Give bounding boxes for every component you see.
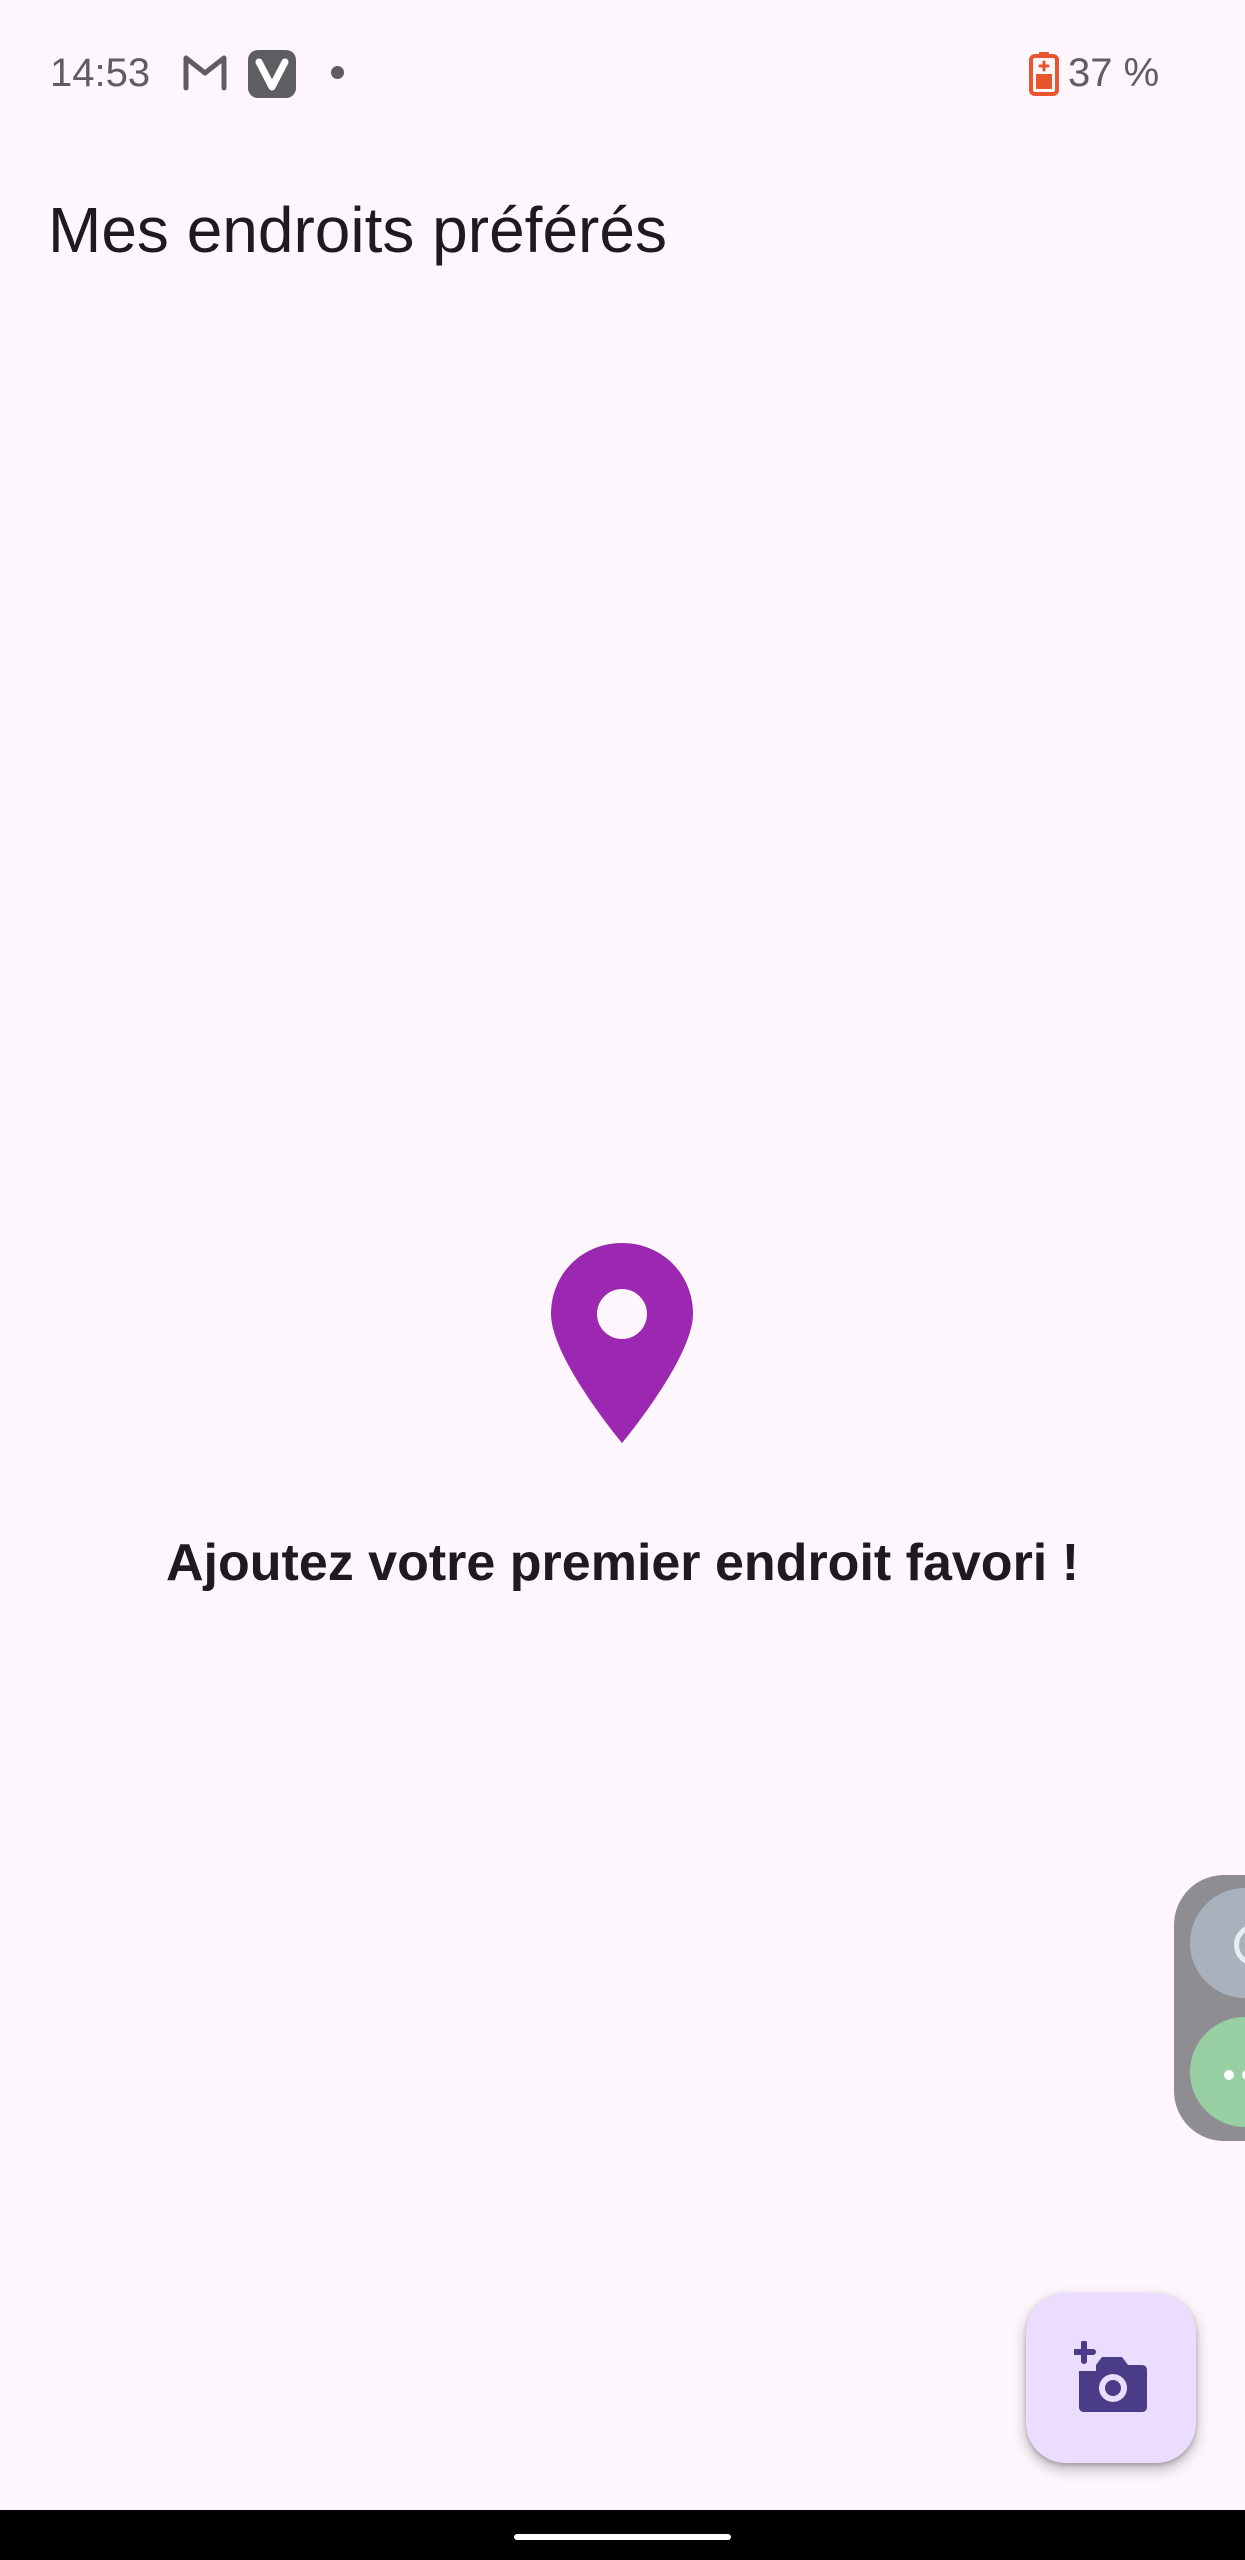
add-photo-button[interactable]	[1026, 2293, 1196, 2463]
ring-icon	[1234, 1924, 1245, 1966]
notification-dot	[331, 66, 344, 79]
add-a-photo-icon	[1074, 2341, 1147, 2412]
vivaldi-icon	[248, 50, 296, 98]
status-time: 14:53	[50, 51, 151, 95]
gmail-icon	[183, 55, 227, 91]
location-pin-icon	[551, 1243, 693, 1443]
battery-saver-icon	[1029, 52, 1059, 96]
home-gesture-handle[interactable]	[514, 2534, 731, 2540]
page-title: Mes endroits préférés	[48, 194, 667, 266]
battery-percentage: 37 %	[1068, 51, 1160, 95]
status-bar: 14:53 37 %	[0, 0, 1245, 150]
more-dots-icon	[1224, 2067, 1245, 2080]
empty-state-message: Ajoutez votre premier endroit favori !	[165, 1534, 1080, 1592]
